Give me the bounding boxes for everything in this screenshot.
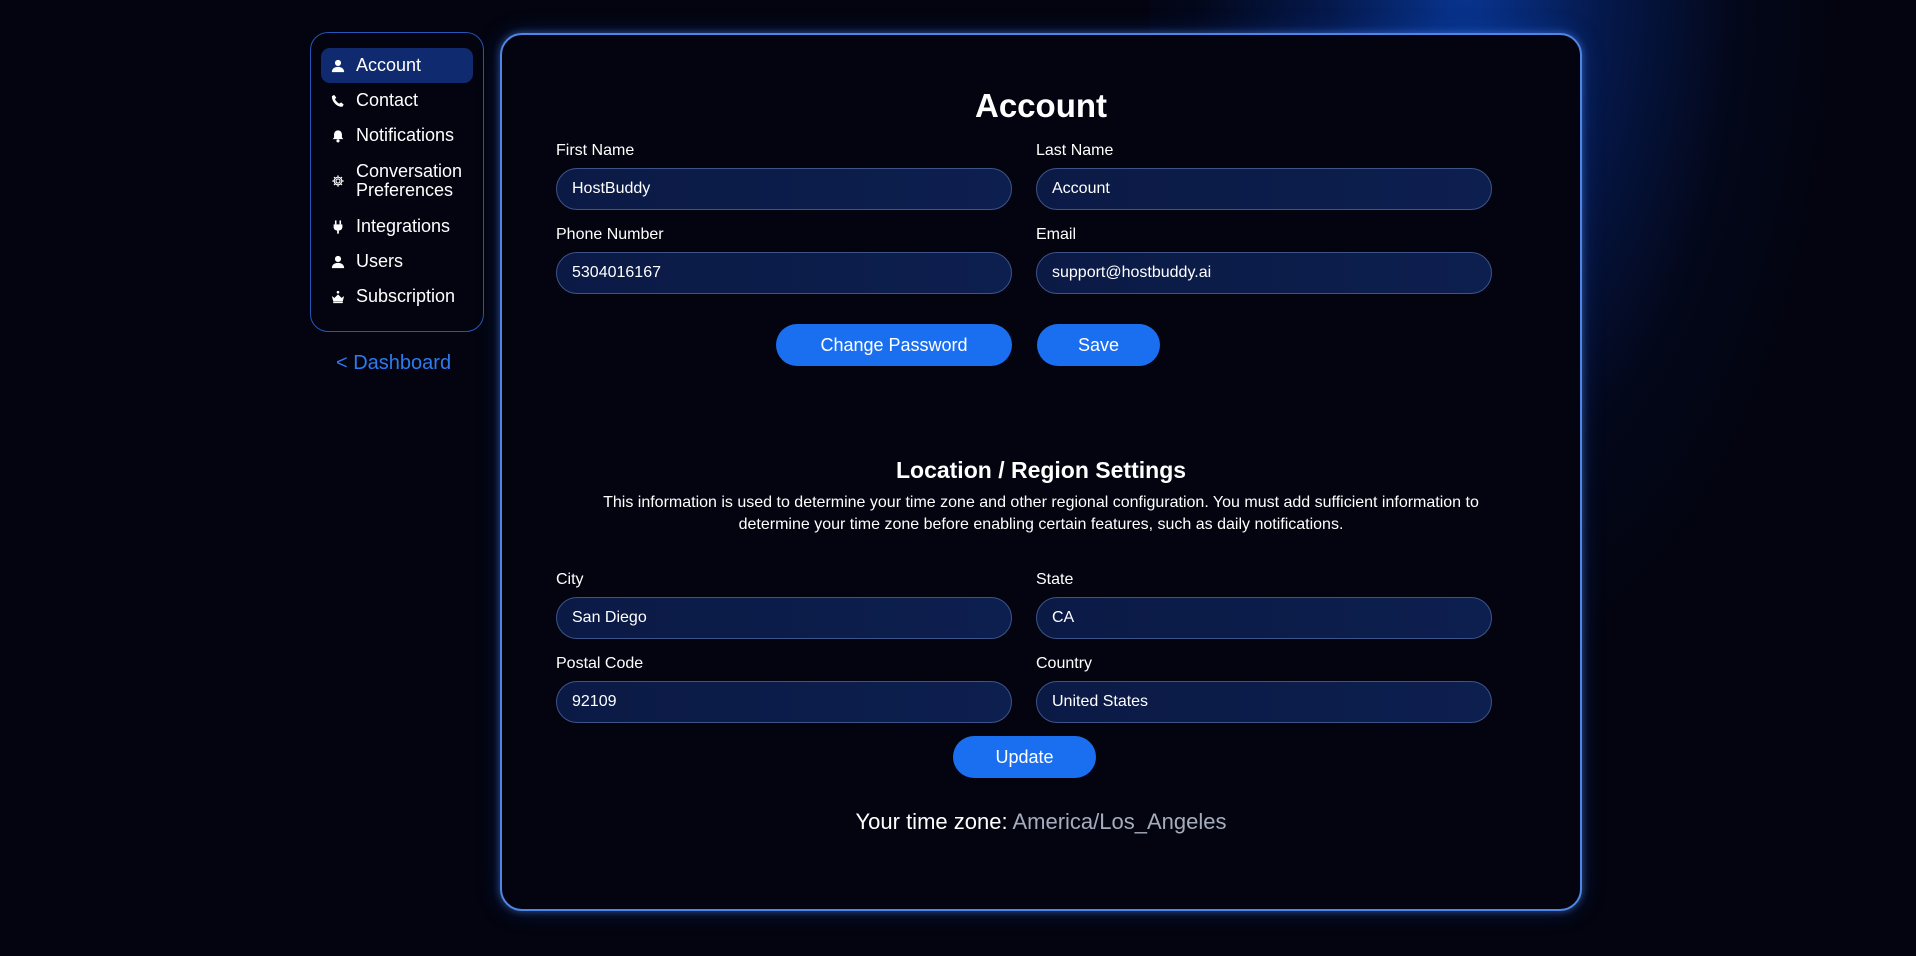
account-heading: Account [975, 87, 1107, 124]
phone-label: Phone Number [556, 226, 664, 243]
timezone-label: Your time zone: [855, 809, 1008, 834]
email-label: Email [1036, 226, 1077, 243]
settings-sidebar: Account Contact Notifications Conversati… [310, 32, 484, 332]
sidebar-item-label: Account [356, 55, 422, 75]
update-button[interactable]: Update [953, 736, 1096, 778]
sidebar-item-notifications[interactable]: Notifications [321, 118, 473, 153]
sidebar-item-conversation-preferences[interactable]: Conversation Preferences [321, 153, 473, 209]
postal-code-input[interactable] [556, 681, 1012, 723]
first-name-field-group: First Name [556, 142, 1012, 210]
state-field-group: State [1036, 571, 1492, 639]
sidebar-item-integrations[interactable]: Integrations [321, 209, 473, 244]
city-label: City [556, 571, 584, 588]
timezone-display: Your time zone: America/Los_Angeles [502, 809, 1580, 835]
city-input[interactable] [556, 597, 1012, 639]
phone-input[interactable] [556, 252, 1012, 294]
settings-card: Account First Name Last Name Phone Numbe… [500, 33, 1582, 911]
sidebar-item-label: Contact [356, 90, 419, 110]
sidebar-item-users[interactable]: Users [321, 244, 473, 279]
postal-code-label: Postal Code [556, 655, 644, 672]
user-icon [329, 57, 347, 75]
sidebar-item-label: Users [356, 251, 404, 271]
bell-icon [329, 127, 347, 145]
gear-icon [329, 172, 347, 190]
sidebar-item-account[interactable]: Account [321, 48, 473, 83]
country-field-group: Country [1036, 655, 1492, 723]
sidebar-item-subscription[interactable]: Subscription [321, 279, 473, 314]
save-button[interactable]: Save [1037, 324, 1160, 366]
last-name-field-group: Last Name [1036, 142, 1492, 210]
city-field-group: City [556, 571, 1012, 639]
phone-icon [329, 92, 347, 110]
sidebar-item-label: Conversation Preferences [356, 161, 463, 200]
country-label: Country [1036, 655, 1093, 672]
last-name-input[interactable] [1036, 168, 1492, 210]
sidebar-item-contact[interactable]: Contact [321, 83, 473, 118]
sidebar-item-label: Notifications [356, 125, 455, 145]
postal-code-field-group: Postal Code [556, 655, 1012, 723]
email-field-group: Email [1036, 226, 1492, 294]
first-name-input[interactable] [556, 168, 1012, 210]
state-label: State [1036, 571, 1074, 588]
state-input[interactable] [1036, 597, 1492, 639]
crown-icon [329, 288, 347, 306]
last-name-label: Last Name [1036, 142, 1114, 159]
sidebar-item-label: Integrations [356, 216, 451, 236]
first-name-label: First Name [556, 142, 635, 159]
phone-field-group: Phone Number [556, 226, 1012, 294]
sidebar-item-label: Subscription [356, 286, 456, 306]
user-icon [329, 253, 347, 271]
plug-icon [329, 218, 347, 236]
country-input[interactable] [1036, 681, 1492, 723]
location-heading: Location / Region Settings [895, 457, 1187, 483]
timezone-value: America/Los_Angeles [1012, 809, 1227, 834]
dashboard-back-link[interactable]: < Dashboard [336, 352, 451, 375]
location-description: This information is used to determine yo… [603, 494, 1479, 533]
email-input[interactable] [1036, 252, 1492, 294]
change-password-button[interactable]: Change Password [776, 324, 1012, 366]
